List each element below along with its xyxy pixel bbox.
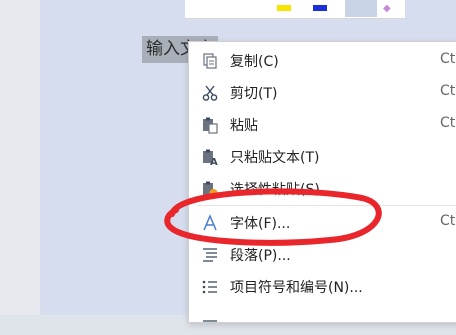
- font-icon: [201, 214, 219, 232]
- item-icon: [201, 313, 219, 331]
- font-color-swatch[interactable]: [313, 5, 327, 11]
- paragraph-icon: [201, 246, 219, 264]
- highlight-color-swatch[interactable]: [277, 5, 291, 11]
- menu-separator: [197, 205, 456, 206]
- menu-item-partial[interactable]: [189, 306, 456, 322]
- menu-item-label: 剪切(T): [230, 86, 278, 102]
- toolbar-selected-button[interactable]: [345, 0, 377, 17]
- copy-icon: [201, 52, 219, 70]
- menu-item-label: 段落(P)...: [230, 248, 291, 264]
- menu-item-shortcut: Ct: [440, 213, 456, 229]
- eraser-icon[interactable]: ◆: [383, 3, 391, 14]
- paste-special-icon: [201, 180, 219, 198]
- menu-item-label: 复制(C): [230, 54, 279, 70]
- menu-item-copy[interactable]: 复制(C) Ct: [189, 45, 456, 77]
- menu-item-label: 项目符号和编号(N)...: [230, 280, 363, 296]
- menu-item-cut[interactable]: 剪切(T) Ct: [189, 77, 456, 109]
- menu-item-font[interactable]: 字体(F)... Ct: [189, 207, 456, 239]
- menu-item-label: 粘贴: [230, 118, 258, 134]
- menu-item-bullets-numbering[interactable]: 项目符号和编号(N)...: [189, 271, 456, 303]
- svg-text:A: A: [210, 157, 218, 166]
- bullet-list-icon: [201, 278, 219, 296]
- scissors-icon: [201, 84, 219, 102]
- menu-item-shortcut: Ct: [440, 115, 456, 131]
- menu-item-shortcut: Ct: [440, 51, 456, 67]
- left-gutter: [0, 0, 40, 315]
- menu-item-paste[interactable]: 粘贴 Ct: [189, 109, 456, 141]
- context-menu: 复制(C) Ct 剪切(T) Ct 粘贴 Ct A 只粘贴文本(T) 选择性粘贴…: [188, 41, 456, 323]
- menu-item-paragraph[interactable]: 段落(P)...: [189, 239, 456, 271]
- menu-item-label: 选择性粘贴(S)...: [230, 182, 334, 198]
- menu-item-paste-text-only[interactable]: A 只粘贴文本(T): [189, 141, 456, 173]
- paste-text-icon: A: [201, 148, 219, 168]
- menu-item-label: 字体(F)...: [230, 216, 291, 232]
- menu-item-paste-special[interactable]: 选择性粘贴(S)...: [189, 173, 456, 205]
- floating-toolbar: ◆: [185, 0, 405, 19]
- paste-icon: [201, 116, 219, 134]
- menu-item-shortcut: Ct: [440, 83, 456, 99]
- menu-item-label: 只粘贴文本(T): [230, 150, 320, 166]
